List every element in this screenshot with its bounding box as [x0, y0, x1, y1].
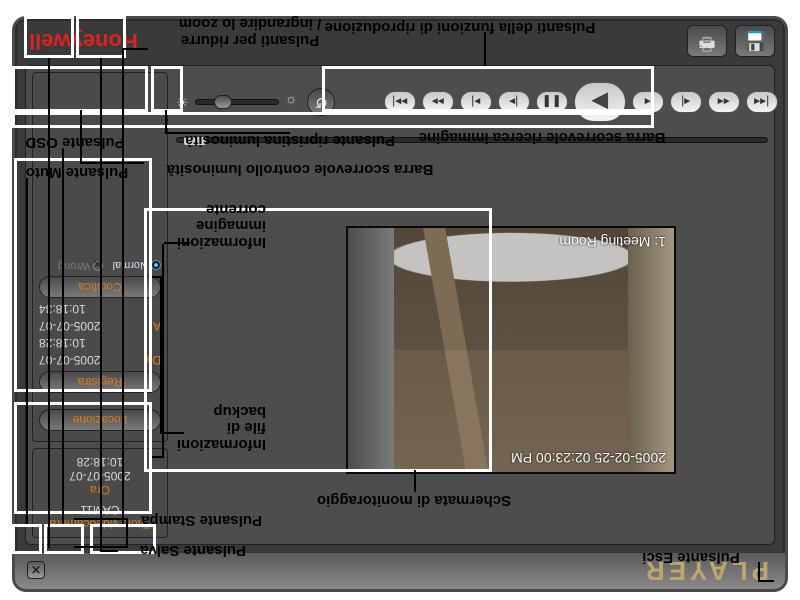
hl-playback — [322, 66, 654, 112]
brightness-knob[interactable] — [214, 95, 232, 109]
save-button[interactable]: 💾 — [735, 25, 775, 57]
hl-monitor — [144, 208, 492, 472]
hl-osd — [44, 524, 84, 554]
brightness-slider[interactable] — [195, 99, 279, 105]
footer: 💾 🖶 Honeywell — [15, 19, 785, 63]
video-camera-label: 1: Meeting Room — [559, 234, 666, 250]
hl-print — [24, 16, 74, 58]
hl-brreset — [151, 66, 183, 112]
brightness-slider-group: ☼ ☀ — [176, 94, 297, 111]
rewind-button[interactable]: ◂◂ — [708, 91, 740, 113]
hl-seek — [12, 112, 654, 128]
print-button[interactable]: 🖶 — [687, 25, 727, 57]
hl-mute — [12, 524, 42, 554]
video-timestamp: 2005-02-25 02:23:00 PM — [511, 450, 666, 466]
brightness-low-icon: ☼ — [285, 94, 298, 110]
exit-button[interactable]: ✕ — [27, 561, 45, 579]
hl-imginfo — [14, 402, 152, 514]
hl-backup — [14, 158, 152, 392]
hl-brslider — [12, 66, 148, 112]
hl-save — [76, 16, 126, 58]
seek-bar[interactable] — [176, 134, 768, 146]
step-back-button[interactable]: ◂| — [670, 91, 702, 113]
hl-zoom — [90, 524, 156, 554]
app-title: PLAYER — [642, 556, 769, 587]
first-button[interactable]: |◂◂ — [746, 91, 778, 113]
titlebar: PLAYER — [15, 553, 785, 589]
seek-end-marker — [184, 137, 206, 145]
